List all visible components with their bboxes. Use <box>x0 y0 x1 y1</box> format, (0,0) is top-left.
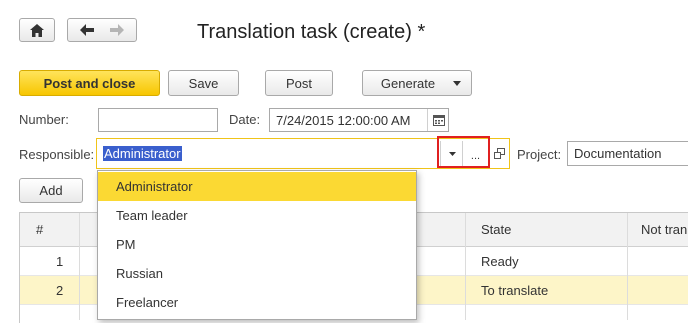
dropdown-option-russian[interactable]: Russian <box>98 259 416 288</box>
save-button[interactable]: Save <box>168 70 239 96</box>
column-header-not-translated[interactable]: Not tran <box>641 222 687 237</box>
open-icon[interactable] <box>494 148 505 159</box>
calendar-icon <box>432 114 445 126</box>
responsible-dropdown-list: Administrator Team leader PM Russian Fre… <box>97 170 417 320</box>
column-header-number[interactable]: # <box>36 222 43 237</box>
generate-label: Generate <box>380 75 436 91</box>
calendar-button[interactable] <box>427 109 449 131</box>
page-title: Translation task (create) * <box>197 21 426 43</box>
column-header-state[interactable]: State <box>481 222 511 237</box>
responsible-label: Responsible: <box>19 147 95 162</box>
dropdown-option-administrator[interactable]: Administrator <box>98 172 416 201</box>
number-label: Number: <box>19 112 69 127</box>
project-input[interactable]: Documentation <box>567 141 688 166</box>
back-arrow-icon[interactable] <box>80 24 94 36</box>
number-input[interactable] <box>98 108 218 132</box>
dropdown-option-freelancer[interactable]: Freelancer <box>98 288 416 317</box>
responsible-value: Administrator <box>103 146 182 161</box>
post-button[interactable]: Post <box>265 70 333 96</box>
history-nav-group <box>67 18 137 42</box>
home-button[interactable] <box>19 18 55 42</box>
home-icon <box>30 23 44 37</box>
dropdown-option-team-leader[interactable]: Team leader <box>98 201 416 230</box>
row-number: 1 <box>56 254 64 269</box>
row-state: To translate <box>481 283 549 298</box>
forward-arrow-icon[interactable] <box>110 24 124 36</box>
row-state: Ready <box>481 254 519 269</box>
project-value: Documentation <box>574 146 662 161</box>
post-and-close-button[interactable]: Post and close <box>19 70 160 96</box>
generate-button[interactable]: Generate <box>362 70 472 96</box>
date-input[interactable]: 7/24/2015 12:00:00 AM <box>269 108 449 132</box>
project-label: Project: <box>517 147 562 162</box>
dropdown-option-pm[interactable]: PM <box>98 230 416 259</box>
date-label: Date: <box>229 112 261 127</box>
chevron-down-icon <box>453 81 461 86</box>
date-value: 7/24/2015 12:00:00 AM <box>276 112 411 128</box>
add-button[interactable]: Add <box>19 178 83 203</box>
row-number: 2 <box>56 283 64 298</box>
callout-highlight <box>437 136 490 168</box>
